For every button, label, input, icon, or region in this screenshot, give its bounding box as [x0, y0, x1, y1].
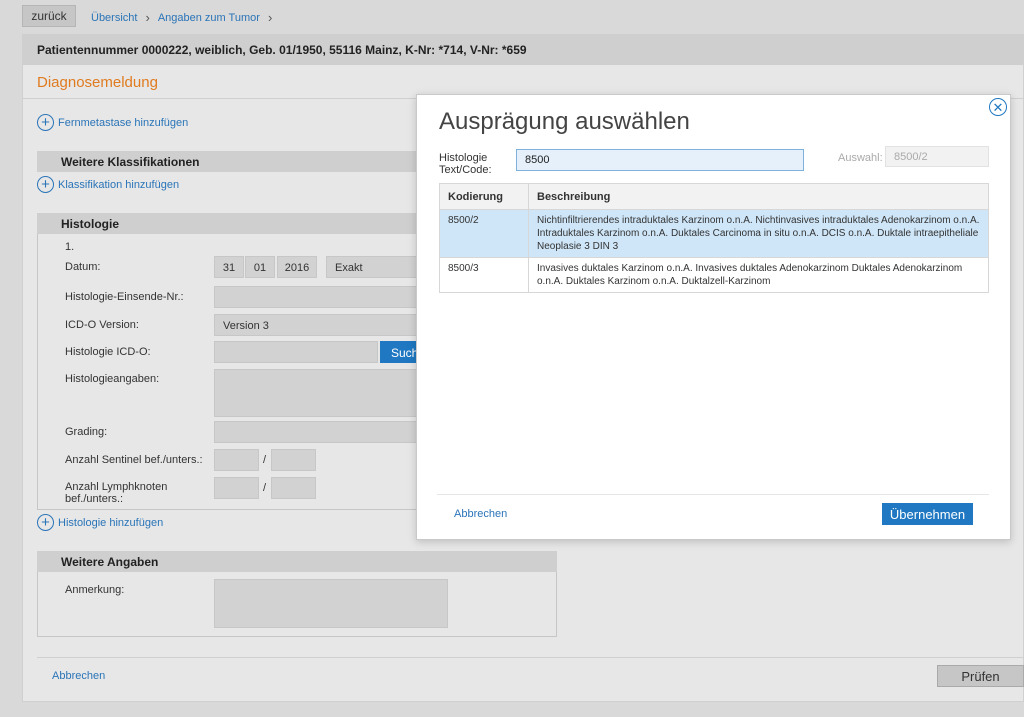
search-label-line2: Text/Code:: [439, 164, 492, 176]
datum-label: Datum:: [65, 261, 101, 273]
breadcrumb-overview[interactable]: Übersicht: [91, 12, 137, 24]
column-header-beschreibung: Beschreibung: [528, 183, 989, 210]
datum-month-field[interactable]: 01: [245, 256, 275, 278]
footer-divider: [37, 657, 1024, 658]
breadcrumb-tumor[interactable]: Angaben zum Tumor: [158, 12, 260, 24]
lymph-label-line1: Anzahl Lymphknoten: [65, 481, 168, 493]
lymph-label: Anzahl Lymphknoten bef./unters.:: [65, 481, 167, 505]
anmerkung-textarea[interactable]: [214, 579, 448, 628]
auswahl-field: 8500/2: [885, 146, 989, 167]
dialog-title: Ausprägung auswählen: [439, 108, 690, 135]
sentinel-label: Anzahl Sentinel bef./unters.:: [65, 454, 203, 466]
section-histologie: Histologie: [37, 213, 417, 234]
chevron-right-icon: ›: [267, 10, 273, 25]
close-icon[interactable]: ✕: [989, 98, 1007, 116]
histologie-search-input[interactable]: 8500: [516, 149, 804, 171]
table-row[interactable]: 8500/2 Nichtinfiltrierendes intraduktale…: [439, 209, 989, 258]
check-button[interactable]: Prüfen: [937, 665, 1024, 687]
breadcrumb: Übersicht › Angaben zum Tumor ›: [91, 10, 274, 25]
datum-year-field[interactable]: 2016: [277, 256, 317, 278]
search-label-line1: Histologie: [439, 152, 488, 164]
table-header-row: Kodierung Beschreibung: [439, 183, 989, 210]
page-title: Diagnosemeldung: [37, 74, 158, 91]
column-header-kodierung: Kodierung: [439, 183, 529, 210]
chevron-right-icon: ›: [145, 10, 150, 25]
sentinel-total-field[interactable]: [271, 449, 316, 471]
sentinel-positive-field[interactable]: [214, 449, 259, 471]
cancel-link[interactable]: Abbrechen: [52, 670, 105, 682]
icdo-version-label: ICD-O Version:: [65, 319, 139, 331]
icdo-version-select[interactable]: Version 3: [214, 314, 417, 336]
apply-button[interactable]: Übernehmen: [882, 503, 973, 525]
anmerkung-label: Anmerkung:: [65, 584, 125, 596]
dialog-footer-divider: [437, 494, 989, 495]
icdo-label: Histologie ICD-O:: [65, 346, 151, 358]
search-button[interactable]: Such: [380, 341, 418, 363]
lymph-total-field[interactable]: [271, 477, 316, 499]
auswahl-label: Auswahl:: [838, 152, 883, 164]
plus-circle-icon: +: [37, 114, 54, 131]
section-weitere-klassifikationen: Weitere Klassifikationen: [37, 151, 417, 172]
row-description: Nichtinfiltrierendes intraduktales Karzi…: [528, 209, 989, 258]
plus-circle-icon: +: [37, 514, 54, 531]
histologieangaben-textarea[interactable]: [214, 369, 417, 417]
section-weitere-angaben: Weitere Angaben: [37, 551, 557, 572]
histologie-search-label: Histologie Text/Code:: [439, 152, 509, 176]
lymph-label-line2: bef./unters.:: [65, 493, 124, 505]
patient-info-bar: Patientennummer 0000222, weiblich, Geb. …: [22, 34, 1024, 65]
einsende-nr-field[interactable]: [214, 286, 417, 308]
add-klassifikation-link[interactable]: + Klassifikation hinzufügen: [37, 176, 179, 193]
icdo-field[interactable]: [214, 341, 378, 363]
dialog-cancel-link[interactable]: Abbrechen: [454, 508, 507, 520]
add-histologie-label: Histologie hinzufügen: [58, 516, 164, 529]
grading-select[interactable]: [214, 421, 417, 443]
plus-circle-icon: +: [37, 176, 54, 193]
row-code: 8500/3: [439, 257, 529, 293]
table-row[interactable]: 8500/3 Invasives duktales Karzinom o.n.A…: [439, 257, 989, 293]
lymph-slash: /: [263, 482, 267, 494]
lymph-positive-field[interactable]: [214, 477, 259, 499]
add-fernmetastase-label: Fernmetastase hinzufügen: [58, 116, 189, 129]
results-table: Kodierung Beschreibung 8500/2 Nichtinfil…: [439, 183, 989, 293]
add-klassifikation-label: Klassifikation hinzufügen: [58, 178, 180, 191]
datum-day-field[interactable]: 31: [214, 256, 244, 278]
row-code: 8500/2: [439, 209, 529, 258]
back-button[interactable]: zurück: [22, 5, 76, 27]
sentinel-slash: /: [263, 454, 267, 466]
histologie-index: 1.: [65, 241, 75, 253]
einsende-nr-label: Histologie-Einsende-Nr.:: [65, 291, 184, 303]
add-fernmetastase-link[interactable]: + Fernmetastase hinzufügen: [37, 114, 188, 131]
datum-precision-select[interactable]: Exakt: [326, 256, 417, 278]
row-description: Invasives duktales Karzinom o.n.A. Invas…: [528, 257, 989, 293]
histologieangaben-label: Histologieangaben:: [65, 373, 160, 385]
grading-label: Grading:: [65, 426, 108, 438]
add-histologie-link[interactable]: + Histologie hinzufügen: [37, 514, 163, 531]
